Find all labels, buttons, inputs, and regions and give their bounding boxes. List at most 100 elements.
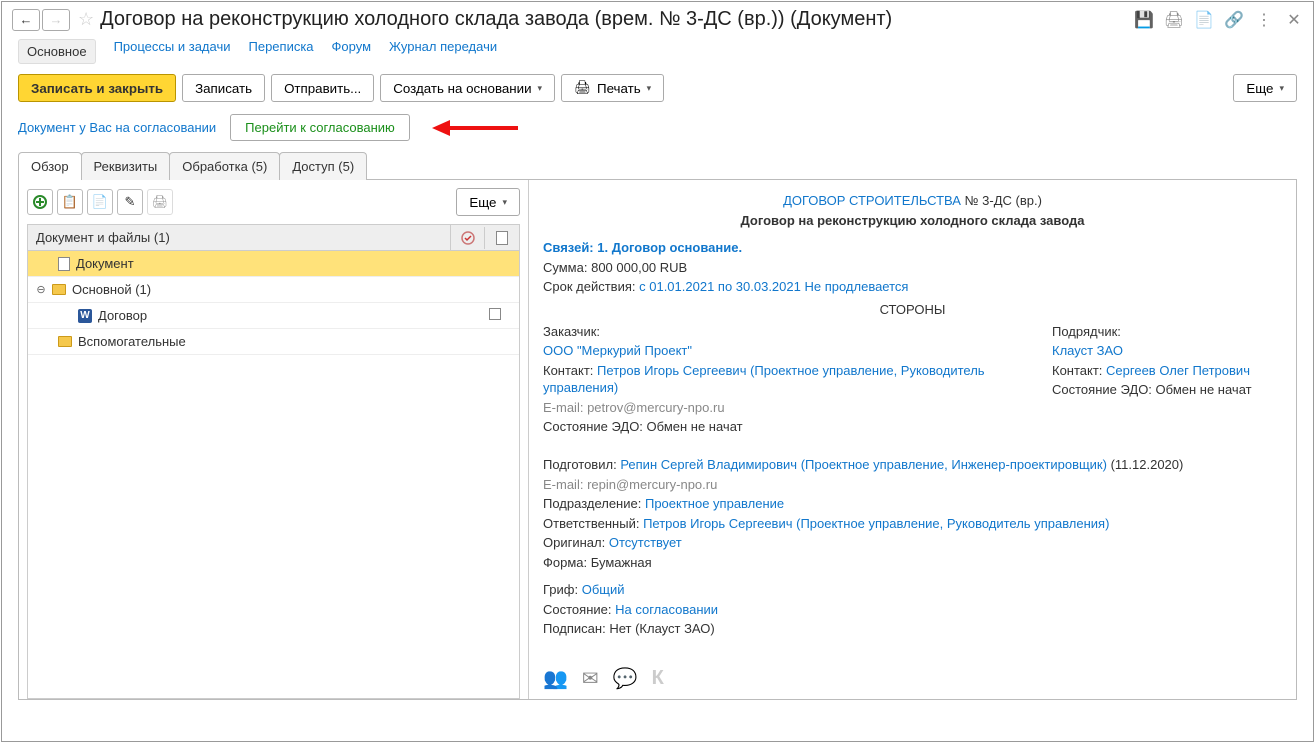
link-icon[interactable]: 🔗 [1225, 11, 1243, 29]
chevron-down-icon: ▾ [502, 197, 507, 208]
nav-back-button[interactable]: ← [12, 9, 40, 31]
edo-label2: Состояние ЭДО: [1052, 382, 1152, 397]
left-more-label: Еще [469, 195, 496, 210]
tree-label: Документ [76, 256, 134, 271]
files-header: Документ и файлы (1) [28, 225, 451, 250]
scan-button[interactable]: 🖨 [147, 189, 173, 215]
sum-value: 800 000,00 RUB [591, 260, 687, 275]
signed-value: Нет (Клауст ЗАО) [609, 621, 714, 636]
nav-forward-button[interactable]: → [42, 9, 70, 31]
col-signed-icon [451, 227, 485, 249]
form-label: Форма: [543, 555, 587, 570]
doc-number: № 3-ДС (вр.) [965, 193, 1042, 208]
tab-access[interactable]: Доступ (5) [279, 152, 367, 180]
attention-arrow-icon [424, 120, 524, 136]
toolbar-more-button[interactable]: Еще ▾ [1233, 74, 1297, 102]
prepared-email: repin@mercury-npo.ru [587, 477, 717, 492]
tree-label: Вспомогательные [78, 334, 186, 349]
collapse-icon[interactable]: ⊖ [36, 283, 46, 296]
close-icon[interactable]: ✕ [1285, 11, 1303, 29]
contractor-contact-link[interactable]: Сергеев Олег Петрович [1106, 363, 1250, 378]
chevron-down-icon: ▾ [1279, 83, 1284, 94]
resp-link[interactable]: Петров Игорь Сергеевич (Проектное управл… [643, 516, 1109, 531]
chat-icon[interactable]: 💬 [613, 666, 638, 691]
kebab-menu-icon[interactable]: ⋮ [1255, 11, 1273, 29]
tree-label: Договор [98, 308, 147, 323]
tree-row-contract-file[interactable]: W Договор [28, 303, 519, 329]
navtab-correspondence[interactable]: Переписка [249, 39, 314, 64]
more-label: Еще [1246, 81, 1273, 96]
approval-status-text[interactable]: Документ у Вас на согласовании [18, 120, 216, 135]
save-button[interactable]: Записать [182, 74, 265, 102]
edit-button[interactable]: ✎ [117, 189, 143, 215]
orig-link[interactable]: Отсутствует [609, 535, 682, 550]
left-more-button[interactable]: Еще ▾ [456, 188, 520, 216]
folder-icon [52, 284, 66, 295]
navtab-main[interactable]: Основное [18, 39, 96, 64]
edo-label: Состояние ЭДО: [543, 419, 643, 434]
contractor-label: Подрядчик: [1052, 324, 1121, 339]
print-icon[interactable]: 🖨 [1165, 11, 1183, 29]
checkbox[interactable] [489, 308, 501, 320]
navtab-forum[interactable]: Форум [332, 39, 372, 64]
form-value: Бумажная [591, 555, 652, 570]
customer-link[interactable]: ООО "Меркурий Проект" [543, 343, 692, 358]
email-label: E-mail: [543, 400, 583, 415]
doc-type-link[interactable]: ДОГОВОР СТРОИТЕЛЬСТВА [783, 193, 961, 208]
users-icon[interactable]: 👥 [543, 666, 568, 691]
sum-label: Сумма: [543, 260, 587, 275]
tree-row-aux-folder[interactable]: Вспомогательные [28, 329, 519, 355]
add-button[interactable] [27, 189, 53, 215]
goto-approval-button[interactable]: Перейти к согласованию [230, 114, 410, 141]
links-link[interactable]: Связей: 1. Договор основание. [543, 240, 742, 255]
preview-icon[interactable]: 📄 [1195, 11, 1213, 29]
grif-label: Гриф: [543, 582, 578, 597]
col-doc-icon [485, 227, 519, 249]
tab-processing[interactable]: Обработка (5) [169, 152, 280, 180]
tab-props[interactable]: Реквизиты [81, 152, 171, 180]
customer-contact-link[interactable]: Петров Игорь Сергеевич (Проектное управл… [543, 363, 985, 396]
clipboard-button[interactable]: 📋 [57, 189, 83, 215]
edo-value: Обмен не начат [647, 419, 743, 434]
navtab-processes[interactable]: Процессы и задачи [114, 39, 231, 64]
tree-row-main-folder[interactable]: ⊖ Основной (1) [28, 277, 519, 303]
doc-name: Договор на реконструкцию холодного склад… [741, 213, 1085, 228]
period-link[interactable]: с 01.01.2021 по 30.03.2021 Не продлевает… [639, 279, 908, 294]
state-label: Состояние: [543, 602, 611, 617]
prepared-label: Подготовил: [543, 457, 617, 472]
signed-label: Подписан: [543, 621, 606, 636]
navtab-transferlog[interactable]: Журнал передачи [389, 39, 497, 64]
create-based-button[interactable]: Создать на основании▾ [380, 74, 555, 102]
chevron-down-icon: ▾ [538, 83, 543, 94]
contact-label: Контакт: [543, 363, 593, 378]
customer-label: Заказчик: [543, 324, 600, 339]
email-label2: E-mail: [543, 477, 583, 492]
save-icon[interactable]: 💾 [1135, 11, 1153, 29]
printer-icon: 🖨 [574, 80, 591, 96]
state-link[interactable]: На согласовании [615, 602, 718, 617]
dept-label: Подразделение: [543, 496, 641, 511]
print-button[interactable]: 🖨Печать▾ [561, 74, 664, 102]
send-button[interactable]: Отправить... [271, 74, 374, 102]
grif-link[interactable]: Общий [582, 582, 625, 597]
doc-icon [58, 257, 70, 271]
tab-overview[interactable]: Обзор [18, 152, 82, 180]
period-label: Срок действия: [543, 279, 636, 294]
new-doc-button[interactable]: 📄 [87, 189, 113, 215]
save-close-button[interactable]: Записать и закрыть [18, 74, 176, 102]
prepared-link[interactable]: Репин Сергей Владимирович (Проектное упр… [620, 457, 1107, 472]
word-icon: W [78, 309, 92, 323]
favorite-star-icon[interactable]: ☆ [78, 9, 94, 30]
contact-label2: Контакт: [1052, 363, 1102, 378]
tree-row-document[interactable]: Документ [28, 251, 519, 277]
tree-label: Основной (1) [72, 282, 151, 297]
dept-link[interactable]: Проектное управление [645, 496, 784, 511]
prepared-date: (11.12.2020) [1111, 457, 1184, 472]
customer-email: petrov@mercury-npo.ru [587, 400, 724, 415]
k-icon[interactable]: К [652, 667, 664, 690]
folder-icon [58, 336, 72, 347]
window-title: Договор на реконструкцию холодного склад… [100, 8, 892, 31]
contractor-link[interactable]: Клауст ЗАО [1052, 343, 1123, 358]
print-label: Печать [597, 81, 641, 96]
at-icon[interactable]: ✉ [582, 666, 599, 691]
